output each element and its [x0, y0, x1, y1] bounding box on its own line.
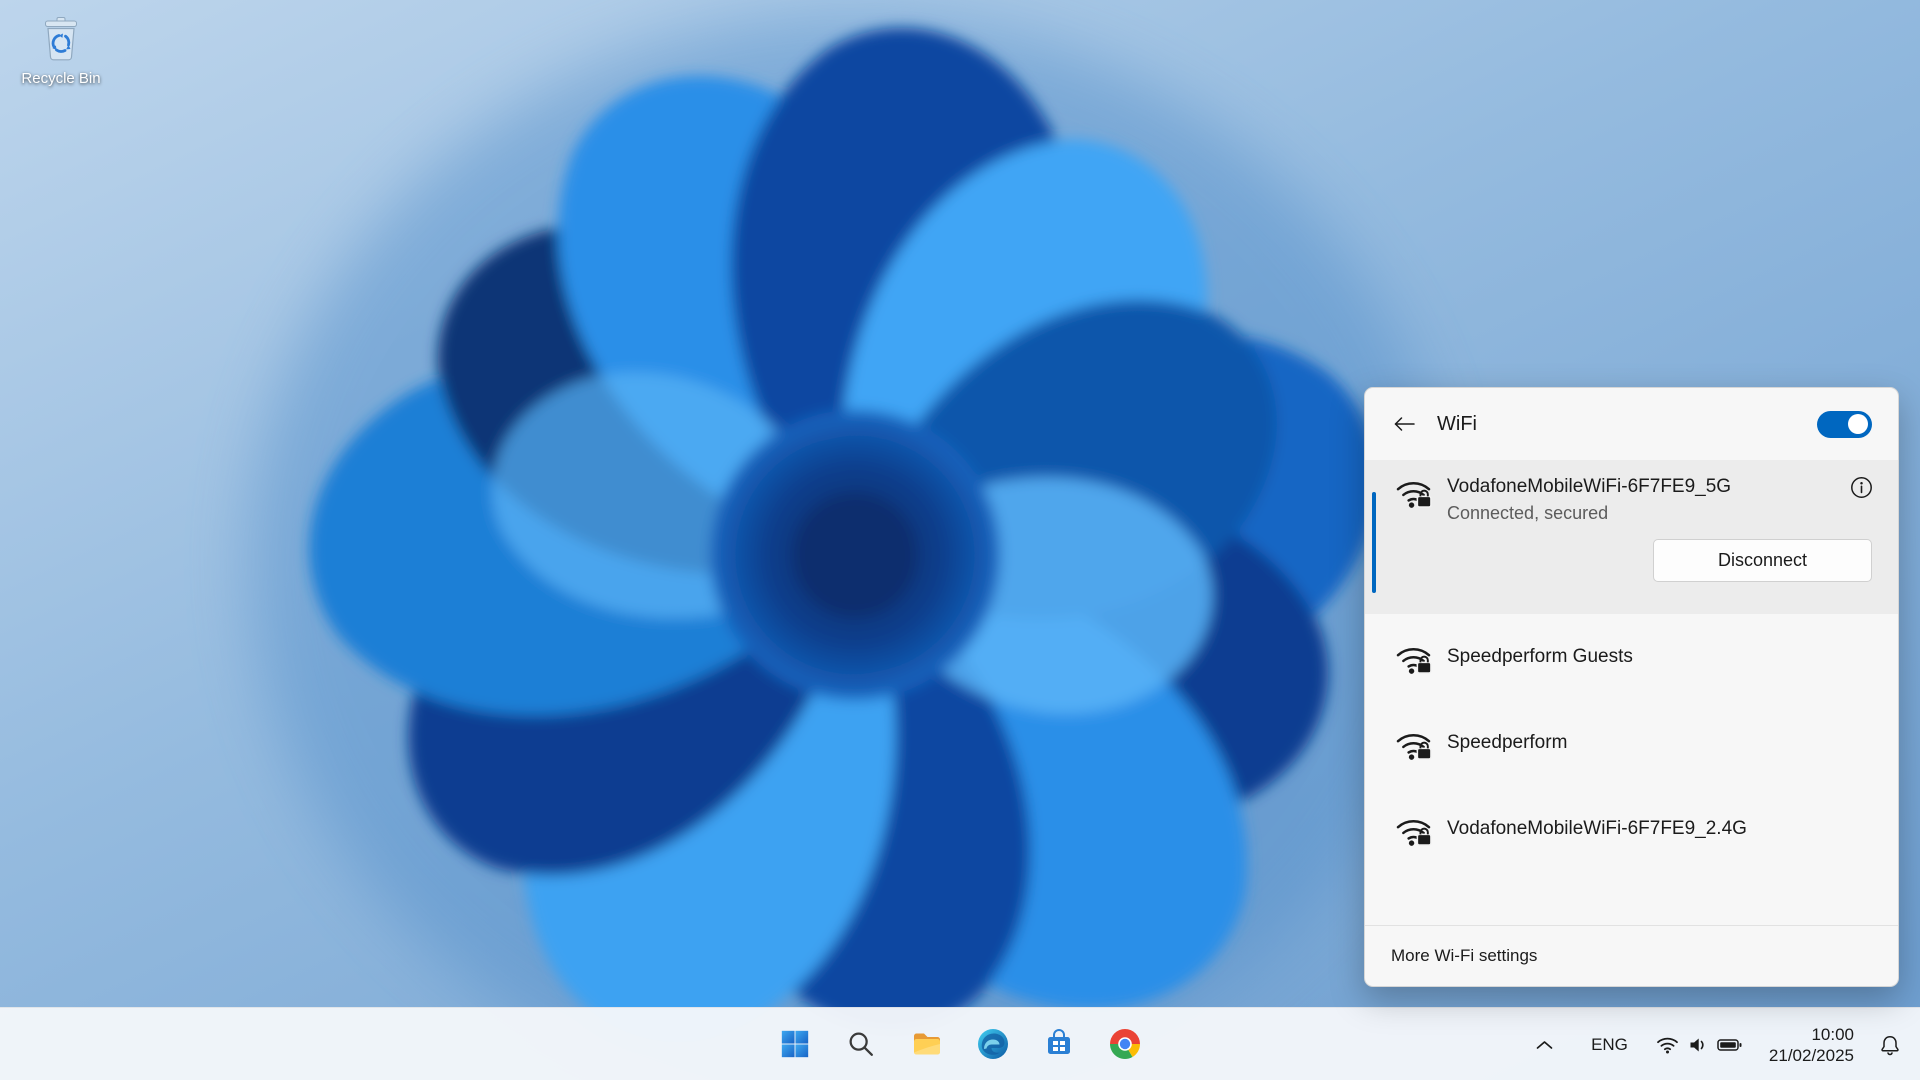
- network-item[interactable]: Speedperform: [1365, 700, 1898, 786]
- connected-status: Connected, secured: [1447, 500, 1829, 526]
- info-icon: [1850, 476, 1873, 499]
- notification-center-button[interactable]: [1870, 1021, 1910, 1069]
- start-button[interactable]: [771, 1020, 819, 1068]
- battery-icon: [1717, 1038, 1742, 1052]
- microsoft-store-button[interactable]: [1035, 1020, 1083, 1068]
- folder-icon: [910, 1027, 944, 1061]
- wifi-secured-icon: [1395, 730, 1432, 761]
- network-item[interactable]: VodafoneMobileWiFi-6F7FE9_2.4G: [1365, 786, 1898, 872]
- more-wifi-settings-link[interactable]: More Wi-Fi settings: [1365, 926, 1898, 986]
- edge-icon: [976, 1027, 1010, 1061]
- file-explorer-button[interactable]: [903, 1020, 951, 1068]
- volume-icon: [1688, 1036, 1708, 1054]
- taskbar-system-tray: ENG 10:00: [1526, 1008, 1910, 1080]
- language-indicator[interactable]: ENG: [1578, 1024, 1641, 1066]
- network-properties-button[interactable]: [1844, 470, 1878, 504]
- recycle-bin-label: Recycle Bin: [21, 70, 100, 87]
- selection-indicator: [1372, 492, 1376, 593]
- quick-settings-button[interactable]: [1645, 1024, 1753, 1066]
- wifi-secured-icon: [1395, 644, 1432, 675]
- chevron-up-icon: [1536, 1040, 1553, 1050]
- search-button[interactable]: [837, 1020, 885, 1068]
- edge-button[interactable]: [969, 1020, 1017, 1068]
- network-ssid: VodafoneMobileWiFi-6F7FE9_2.4G: [1447, 818, 1747, 840]
- back-button[interactable]: [1385, 407, 1423, 441]
- chrome-icon: [1108, 1027, 1142, 1061]
- windows-start-icon: [779, 1028, 811, 1060]
- clock-date: 21/02/2025: [1769, 1045, 1854, 1066]
- recycle-bin-icon: [34, 12, 88, 66]
- wifi-toggle-knob: [1848, 414, 1868, 434]
- hidden-icons-button[interactable]: [1526, 1023, 1562, 1067]
- wifi-flyout-panel: WiFi VodafoneMobileWiFi-6F7FE9_5G Connec…: [1364, 387, 1899, 987]
- wifi-secured-icon: [1395, 478, 1432, 509]
- panel-title: WiFi: [1437, 413, 1803, 436]
- wifi-secured-icon: [1395, 816, 1432, 847]
- back-arrow-icon: [1394, 417, 1415, 431]
- wifi-panel-footer: More Wi-Fi settings: [1365, 925, 1898, 986]
- connected-network-item[interactable]: VodafoneMobileWiFi-6F7FE9_5G Connected, …: [1365, 460, 1898, 614]
- network-ssid: Speedperform Guests: [1447, 646, 1633, 668]
- bell-icon: [1879, 1034, 1901, 1056]
- taskbar: ENG 10:00: [0, 1007, 1920, 1080]
- network-ssid: Speedperform: [1447, 732, 1567, 754]
- disconnect-button[interactable]: Disconnect: [1653, 539, 1872, 582]
- store-bag-icon: [1043, 1028, 1075, 1060]
- wifi-panel-header: WiFi: [1365, 388, 1898, 460]
- network-list: Speedperform Guests Speedperform Vodafon…: [1365, 614, 1898, 872]
- clock-time: 10:00: [1769, 1024, 1854, 1045]
- network-item[interactable]: Speedperform Guests: [1365, 614, 1898, 700]
- taskbar-center-icons: [771, 1020, 1149, 1068]
- wifi-toggle[interactable]: [1817, 411, 1872, 438]
- recycle-bin[interactable]: Recycle Bin: [12, 12, 110, 87]
- chrome-button[interactable]: [1101, 1020, 1149, 1068]
- desktop: Recycle Bin WiFi VodafoneMobileWiFi-6F7F…: [0, 0, 1920, 1080]
- wifi-icon: [1656, 1036, 1679, 1054]
- search-icon: [845, 1028, 877, 1060]
- clock[interactable]: 10:00 21/02/2025: [1757, 1018, 1866, 1072]
- connected-ssid: VodafoneMobileWiFi-6F7FE9_5G: [1447, 473, 1829, 500]
